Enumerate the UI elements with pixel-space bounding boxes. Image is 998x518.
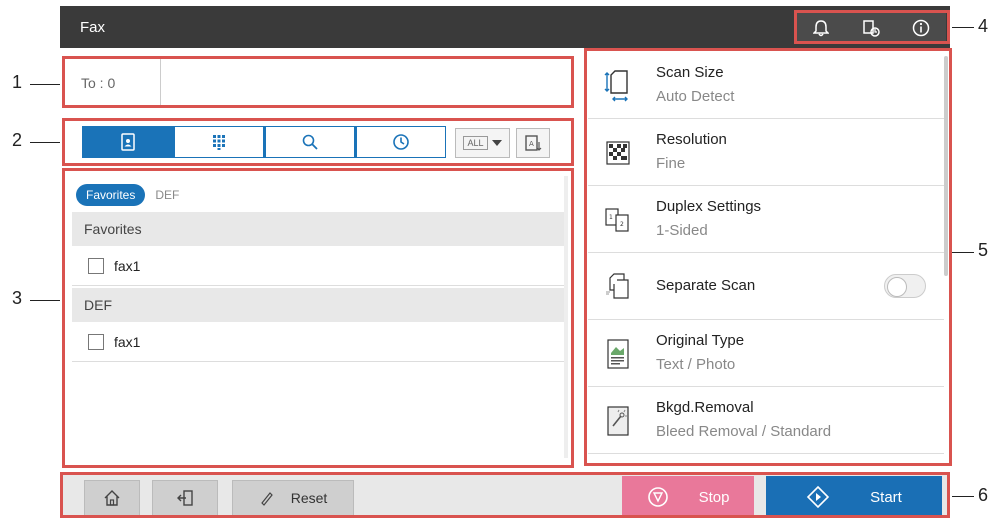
callout-3-line — [30, 300, 60, 301]
callout-1: 1 — [12, 72, 23, 92]
callout-6-line — [952, 496, 974, 497]
callout-3: 3 — [12, 288, 23, 308]
callout-2: 2 — [12, 130, 23, 150]
callout-4: 4 — [978, 16, 989, 36]
callout-6: 6 — [978, 485, 989, 505]
page-title: Fax — [80, 19, 106, 36]
callout-5-line — [952, 252, 974, 253]
callout-frame-5 — [584, 48, 952, 466]
callout-5: 5 — [978, 240, 989, 260]
callout-frame-4 — [794, 10, 950, 44]
callout-frame-2 — [62, 118, 574, 166]
callout-frame-6 — [60, 472, 950, 518]
callout-1-line — [30, 84, 60, 85]
callout-2-line — [30, 142, 60, 143]
callout-frame-1 — [62, 56, 574, 108]
callout-4-line — [952, 27, 974, 28]
callout-frame-3 — [62, 168, 574, 468]
